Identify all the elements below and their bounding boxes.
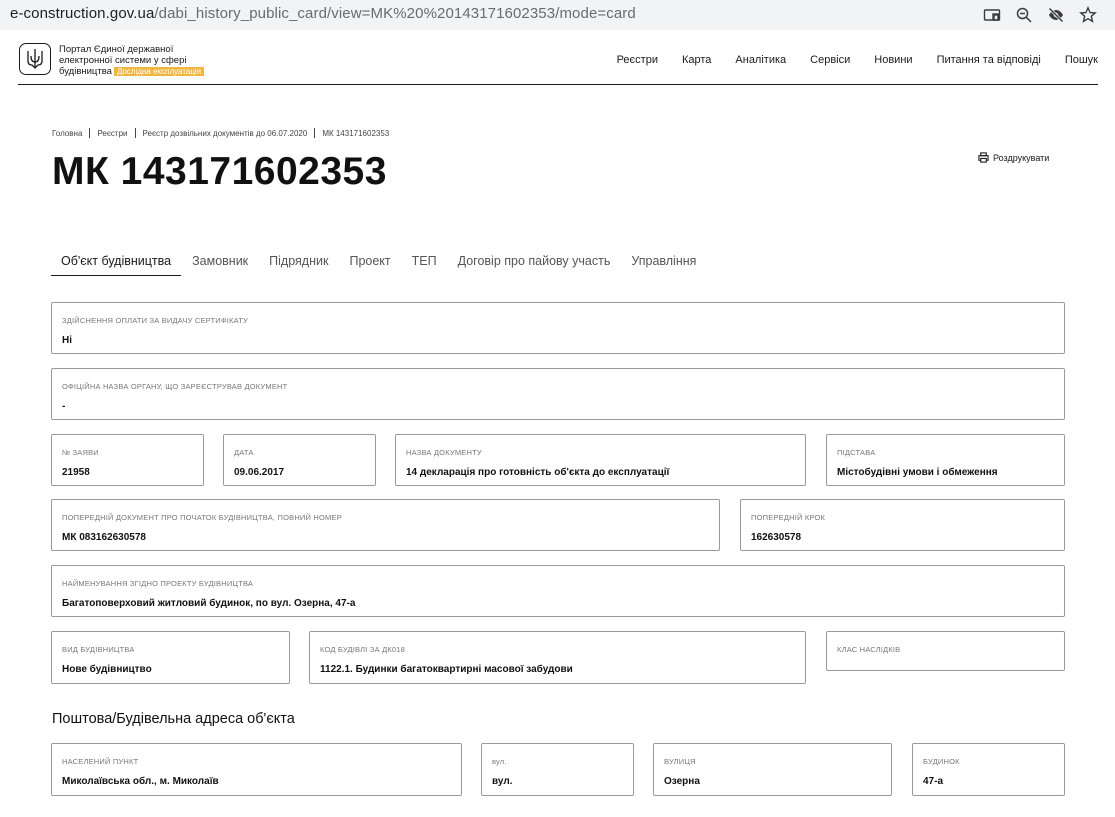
nav-news[interactable]: Новини <box>874 54 912 66</box>
site-header: Портал Єдиної державної електронної сист… <box>18 36 1098 85</box>
field-label: Попередній документ про початок будівниц… <box>62 513 342 522</box>
main-nav: Реєстри Карта Аналітика Сервіси Новини П… <box>617 54 1098 66</box>
field-basis: Підстава Містобудівні умови і обмеження <box>826 434 1065 486</box>
breadcrumb-separator <box>89 128 91 138</box>
field-label: Дата <box>234 448 254 457</box>
tab-construction-object[interactable]: Об'єкт будівництва <box>51 250 182 276</box>
field-value: Містобудівні умови і обмеження <box>837 467 998 478</box>
breadcrumb-registries[interactable]: Реєстри <box>97 129 127 138</box>
field-value: 09.06.2017 <box>234 467 285 478</box>
breadcrumb-home[interactable]: Головна <box>52 129 82 138</box>
url-host: e-construction.gov.ua <box>10 5 155 22</box>
print-label: Роздрукувати <box>993 152 1050 163</box>
print-button[interactable]: Роздрукувати <box>978 152 1049 163</box>
field-value: Нове будівництво <box>62 664 152 675</box>
beta-badge: Дослідна експлуатація <box>113 67 205 76</box>
field-label: Попередній крок <box>751 513 826 522</box>
field-label: Код будівлі за ДК018 <box>320 645 406 654</box>
field-previous-document: Попередній документ про початок будівниц… <box>51 499 720 551</box>
field-value: Озерна <box>664 776 700 787</box>
field-value: МК 083162630578 <box>62 532 146 543</box>
eye-off-icon[interactable] <box>1046 5 1066 25</box>
field-value: 162630578 <box>751 532 802 543</box>
tab-share-agreement[interactable]: Договір про пайову участь <box>448 250 621 276</box>
page-title: МК 143171602353 <box>52 150 387 193</box>
field-payment: Здійснення оплати за видачу сертифікату … <box>51 302 1065 354</box>
field-label: Клас наслідків <box>837 645 901 654</box>
field-label: Населений пункт <box>62 757 139 766</box>
tab-customer[interactable]: Замовник <box>182 250 258 276</box>
tab-project[interactable]: Проект <box>339 250 400 276</box>
breadcrumb-permit-registry[interactable]: Реєстр дозвільних документів до 06.07.20… <box>143 129 308 138</box>
field-street-type: вул. вул. <box>481 743 634 796</box>
field-construction-type: Вид будівництва Нове будівництво <box>51 631 290 684</box>
field-value: 14 декларація про готовність об'єкта до … <box>406 467 670 478</box>
field-street: Вулиця Озерна <box>653 743 892 796</box>
breadcrumb-current: МК 143171602353 <box>322 128 390 138</box>
nav-services[interactable]: Сервіси <box>810 54 850 66</box>
field-label: вул. <box>492 757 507 766</box>
field-label: № заяви <box>62 448 99 457</box>
nav-map[interactable]: Карта <box>682 54 711 66</box>
field-authority: Офіційна назва органу, що зареєстрував д… <box>51 368 1065 420</box>
field-document-name: Назва документу 14 декларація про готовн… <box>395 434 806 486</box>
field-value: вул. <box>492 776 513 787</box>
tab-management[interactable]: Управління <box>621 250 706 276</box>
url-text[interactable]: e-construction.gov.ua/dabi_history_publi… <box>10 5 636 22</box>
field-application-number: № заяви 21958 <box>51 434 204 486</box>
nav-search[interactable]: Пошук <box>1065 54 1098 66</box>
field-house: Будинок 47-а <box>912 743 1065 796</box>
field-label: Підстава <box>837 448 876 457</box>
breadcrumb: Головна Реєстри Реєстр дозвільних докуме… <box>52 128 389 138</box>
field-value: Миколаївська обл., м. Миколаїв <box>62 776 219 787</box>
address-section-title: Поштова/Будівельна адреса об'єкта <box>52 711 295 727</box>
field-value: Багатоповерховий житловий будинок, по ву… <box>62 598 356 609</box>
nav-faq[interactable]: Питання та відповіді <box>937 54 1041 66</box>
field-value: 1122.1. Будинки багатоквартирні масової … <box>320 664 573 675</box>
brand-line-2: електронної системи у сфері <box>59 55 187 66</box>
field-value: Ні <box>62 335 72 346</box>
tab-tep[interactable]: ТЕП <box>402 250 447 276</box>
field-label: Найменування згідно проекту будівництва <box>62 579 254 588</box>
browser-address-bar[interactable]: e-construction.gov.ua/dabi_history_publi… <box>0 0 1115 30</box>
field-date: Дата 09.06.2017 <box>223 434 376 486</box>
field-project-name: Найменування згідно проекту будівництва … <box>51 565 1065 617</box>
nav-registries[interactable]: Реєстри <box>617 54 658 66</box>
field-label: Вид будівництва <box>62 645 135 654</box>
tab-bar: Об'єкт будівництва Замовник Підрядник Пр… <box>51 250 707 276</box>
zoom-icon[interactable] <box>1014 5 1034 25</box>
breadcrumb-separator <box>314 128 316 138</box>
field-previous-step: Попередній крок 162630578 <box>740 499 1065 551</box>
brand-line-1: Портал Єдиної державної <box>59 44 174 55</box>
cast-icon[interactable] <box>982 5 1002 25</box>
field-label: Офіційна назва органу, що зареєстрував д… <box>62 382 288 391</box>
field-building-code: Код будівлі за ДК018 1122.1. Будинки баг… <box>309 631 806 684</box>
bookmark-star-icon[interactable] <box>1078 5 1098 25</box>
breadcrumb-separator <box>134 128 136 138</box>
field-value: 21958 <box>62 467 90 478</box>
field-consequence-class: Клас наслідків <box>826 631 1065 671</box>
field-label: Будинок <box>923 757 960 766</box>
field-label: Здійснення оплати за видачу сертифікату <box>62 316 248 325</box>
brand-line-3: будівництва <box>59 66 112 77</box>
field-value: - <box>62 401 66 412</box>
url-path: /dabi_history_public_card/view=MK%20%201… <box>154 5 636 22</box>
portal-brand[interactable]: Портал Єдиної державної електронної сист… <box>59 44 219 77</box>
field-label: Назва документу <box>406 448 482 457</box>
nav-analytics[interactable]: Аналітика <box>735 54 786 66</box>
field-label: Вулиця <box>664 757 696 766</box>
tab-contractor[interactable]: Підрядник <box>259 250 338 276</box>
trident-logo-icon[interactable] <box>19 43 51 75</box>
field-settlement: Населений пункт Миколаївська обл., м. Ми… <box>51 743 462 796</box>
field-value: 47-а <box>923 776 944 787</box>
printer-icon <box>978 152 989 163</box>
